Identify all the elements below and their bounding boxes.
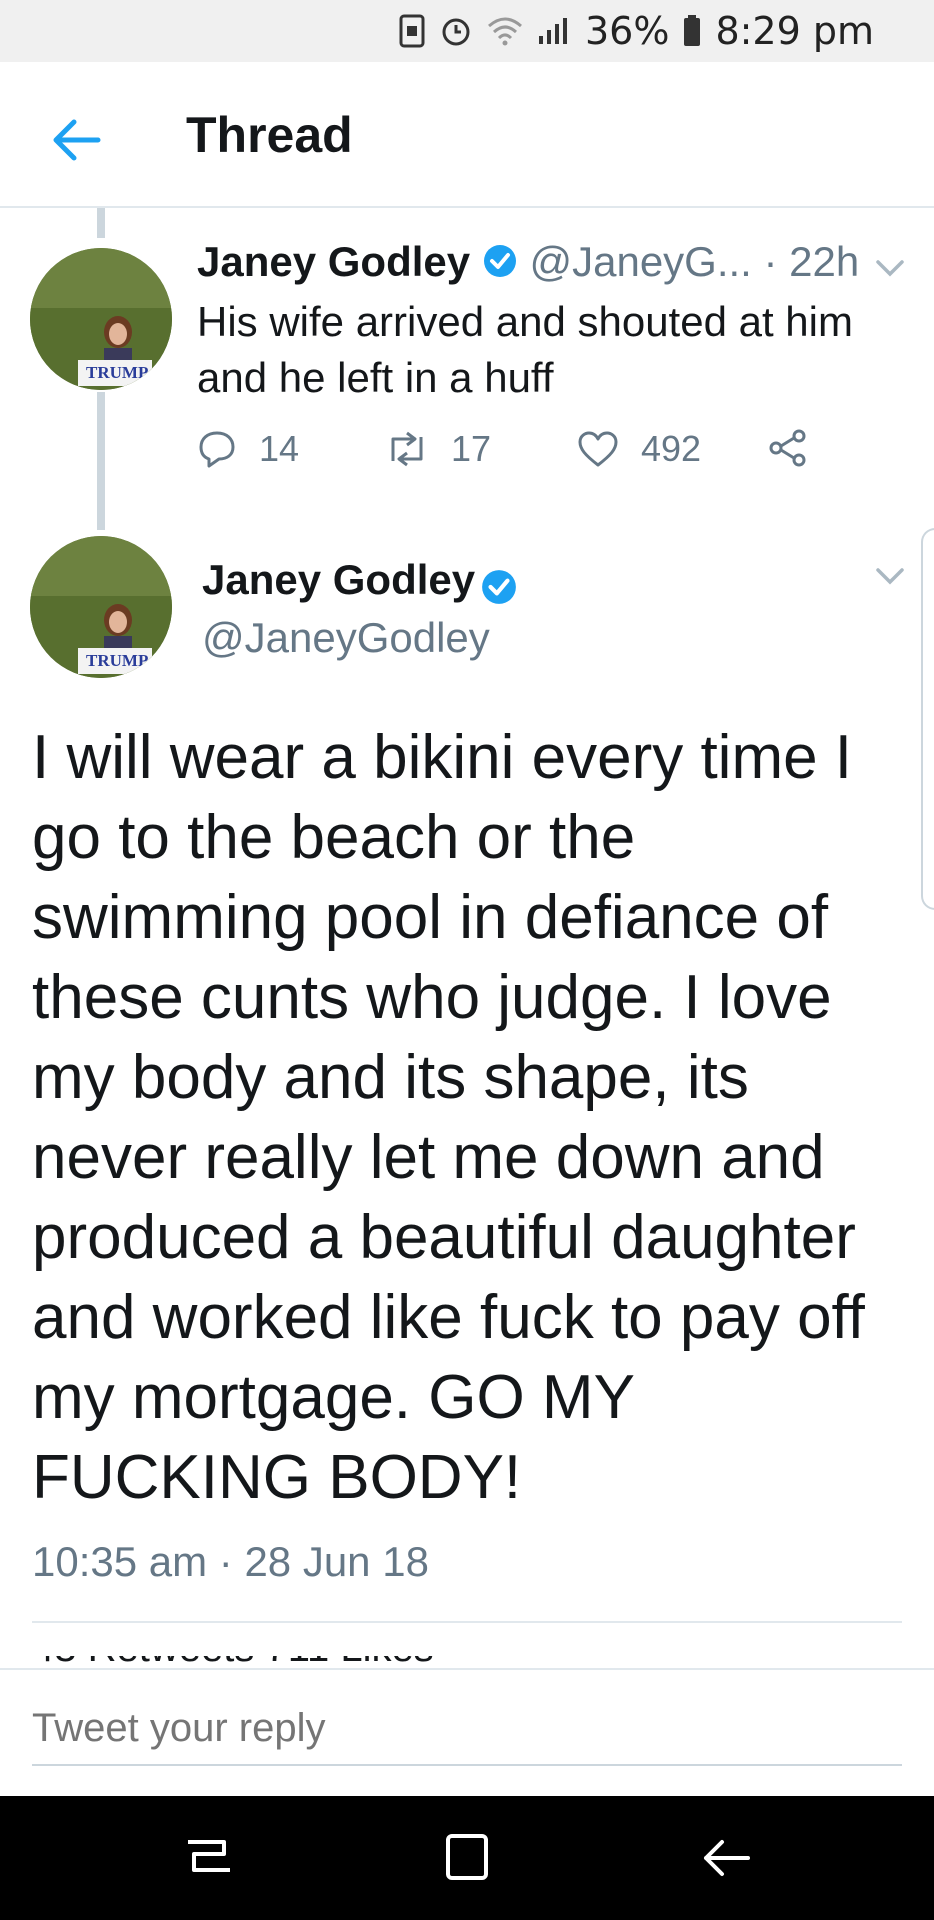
handle[interactable]: @JaneyG...: [529, 238, 751, 285]
tweet-age: · 22h: [763, 238, 860, 285]
svg-text:TRUMP: TRUMP: [86, 363, 148, 382]
wifi-icon: [487, 16, 523, 46]
reply-icon: [199, 431, 235, 468]
like-button[interactable]: 492: [577, 428, 701, 470]
tweet-text: I will wear a bikini every time I go to …: [32, 723, 865, 1512]
page-title: Thread: [186, 107, 353, 163]
avatar-photo: TRUMP: [30, 536, 172, 678]
thread-line: [97, 392, 105, 530]
like-icon: [578, 431, 618, 467]
scroll-indicator: [921, 528, 934, 910]
thread-line: [97, 208, 105, 238]
nav-recents-icon: [188, 1840, 230, 1872]
reply-button[interactable]: 14: [197, 428, 299, 470]
battery-percent: 36%: [584, 9, 670, 53]
avatar-photo: TRUMP: [30, 248, 172, 390]
status-bar: 36% 8:29 pm: [0, 0, 934, 62]
divider: [32, 1621, 902, 1623]
retweet-icon: [391, 431, 423, 467]
sim-icon: [399, 14, 425, 48]
avatar[interactable]: TRUMP: [30, 536, 172, 678]
share-icon: [769, 429, 806, 467]
system-back-button[interactable]: [696, 1832, 756, 1884]
reply-count: 14: [259, 428, 300, 469]
signal-icon: [537, 16, 571, 46]
system-nav-bar: [0, 1796, 934, 1920]
tweet-menu-button[interactable]: [872, 564, 908, 588]
share-button[interactable]: [767, 428, 831, 468]
app-bar: Thread: [0, 62, 934, 208]
avatar[interactable]: TRUMP: [30, 248, 172, 390]
like-count: 492: [641, 428, 702, 469]
nav-home-icon: [446, 1834, 488, 1880]
recents-button[interactable]: [180, 1832, 240, 1884]
tweet-header: Janey Godley: [202, 556, 518, 611]
tweet-timestamp[interactable]: 10:35 am · 28 Jun 18: [32, 1538, 429, 1586]
home-button[interactable]: [436, 1832, 496, 1884]
alarm-icon: [439, 14, 473, 48]
retweet-button[interactable]: 17: [385, 428, 491, 470]
chevron-down-icon: [876, 260, 904, 277]
display-name[interactable]: Janey Godley: [202, 556, 475, 603]
nav-back-icon: [704, 1840, 750, 1876]
svg-text:TRUMP: TRUMP: [86, 651, 148, 670]
tweet-header: Janey Godley @JaneyG... · 22h: [197, 238, 859, 289]
tweet-menu-button[interactable]: [872, 256, 908, 280]
display-name[interactable]: Janey Godley: [197, 238, 470, 285]
tweet-actions: 14 17 492: [197, 428, 837, 480]
reply-bar: [0, 1668, 934, 1796]
chevron-down-icon: [876, 568, 904, 585]
tweet-text: His wife arrived and shouted at him and …: [197, 298, 853, 401]
verified-badge-icon: [480, 568, 518, 611]
back-arrow-icon: [53, 119, 101, 161]
handle[interactable]: @JaneyGodley: [202, 614, 490, 662]
back-button[interactable]: [48, 112, 104, 168]
verified-badge-icon: [482, 241, 518, 289]
clock: 8:29 pm: [715, 9, 874, 53]
battery-icon: [683, 15, 701, 47]
retweet-count: 17: [451, 428, 492, 469]
reply-input[interactable]: [32, 1692, 902, 1766]
